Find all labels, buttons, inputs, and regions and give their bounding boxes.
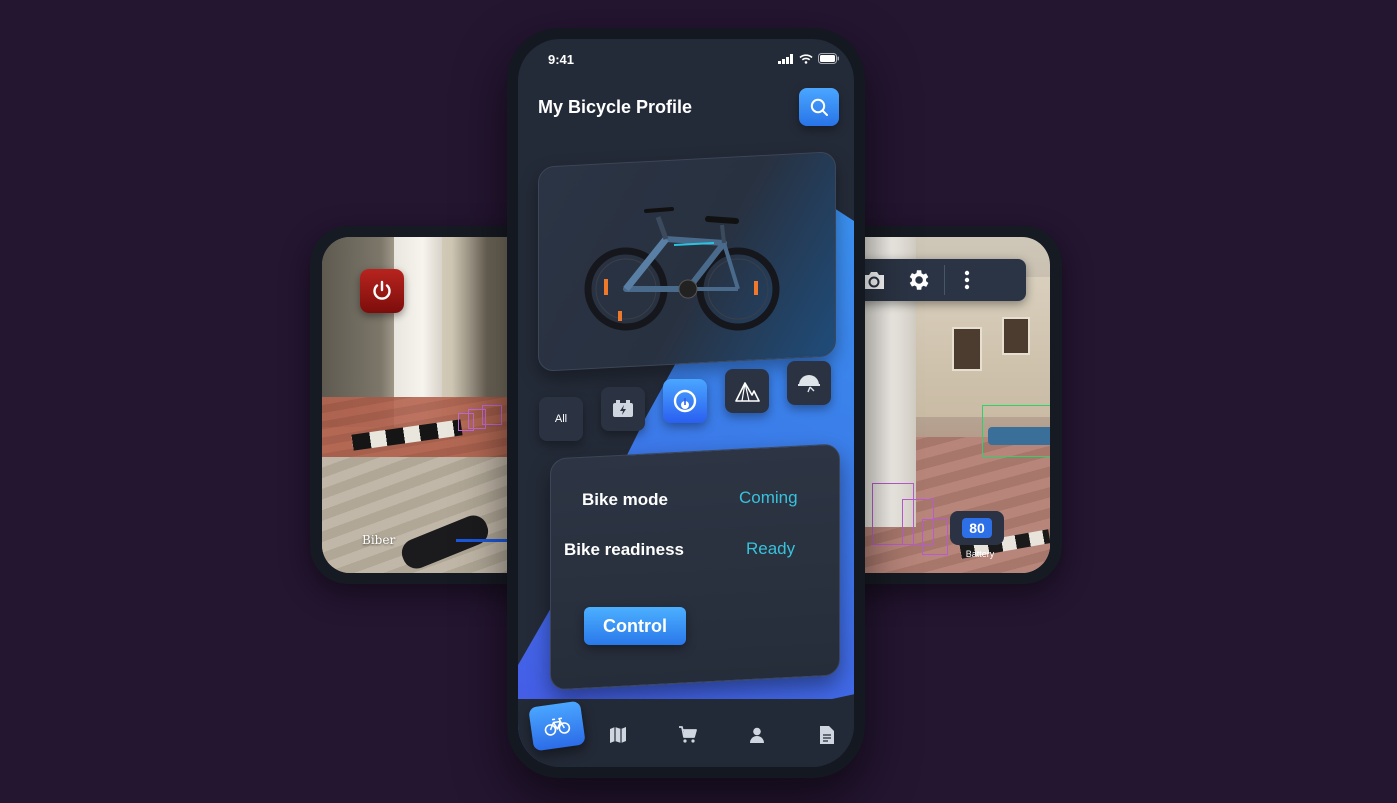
page-title: My Bicycle Profile: [538, 97, 693, 117]
camera-toolbar: [852, 259, 1026, 301]
mountain-icon: [735, 382, 760, 402]
more-options-button[interactable]: [945, 259, 989, 301]
scene-window: [1002, 317, 1030, 355]
category-speed[interactable]: [663, 379, 707, 423]
category-all[interactable]: All: [539, 397, 583, 441]
settings-button[interactable]: [896, 259, 940, 301]
scene-window: [952, 327, 982, 371]
bike-status-card: [550, 443, 840, 691]
tab-documents[interactable]: [817, 725, 837, 745]
battery-icon: [613, 400, 633, 417]
detection-box: [482, 405, 502, 425]
bicycle-image: [584, 207, 780, 331]
category-battery[interactable]: [601, 387, 645, 431]
battery-value: 80: [962, 518, 992, 538]
more-vertical-icon: [964, 270, 970, 290]
detection-box: [922, 519, 948, 555]
battery-status-icon: [818, 53, 839, 64]
map-icon: [610, 727, 626, 743]
speedometer-icon: [673, 389, 697, 413]
cart-icon: [679, 726, 697, 743]
search-button[interactable]: [799, 88, 839, 126]
battery-indicator: 80: [950, 511, 1004, 545]
category-helmet[interactable]: [787, 361, 831, 405]
power-button[interactable]: [360, 269, 404, 313]
bike-mode-label: Bike mode: [582, 490, 668, 509]
control-button[interactable]: Control: [584, 607, 686, 645]
tab-map[interactable]: [608, 725, 628, 745]
gear-icon: [909, 270, 929, 290]
bicycle-icon: [544, 717, 571, 736]
helmet-icon: [798, 375, 820, 393]
battery-label: Battery: [965, 549, 995, 559]
bike-readiness-value: Ready: [746, 539, 796, 558]
detection-box: [982, 405, 1050, 457]
power-icon: [373, 280, 391, 300]
bike-mode-value: Coming: [739, 488, 798, 507]
main-screen: 9:41 My Bicycle Profile All Bike mode Co…: [518, 39, 854, 767]
category-all-label: All: [554, 413, 568, 425]
status-icons: [778, 53, 840, 64]
tab-bicycle[interactable]: [528, 700, 586, 752]
wifi-icon: [799, 53, 813, 64]
bike-readiness-label: Bike readiness: [564, 540, 685, 559]
tab-profile[interactable]: [747, 725, 767, 745]
main-phone-frame: 9:41 My Bicycle Profile All Bike mode Co…: [507, 28, 865, 778]
search-icon: [810, 98, 828, 116]
tab-cart[interactable]: [678, 725, 698, 745]
signal-icon: [778, 53, 793, 64]
status-time: 9:41: [548, 52, 575, 67]
document-icon: [820, 726, 834, 744]
user-icon: [750, 727, 764, 743]
category-mountain[interactable]: [725, 369, 769, 413]
brand-label: Biber: [362, 533, 396, 547]
